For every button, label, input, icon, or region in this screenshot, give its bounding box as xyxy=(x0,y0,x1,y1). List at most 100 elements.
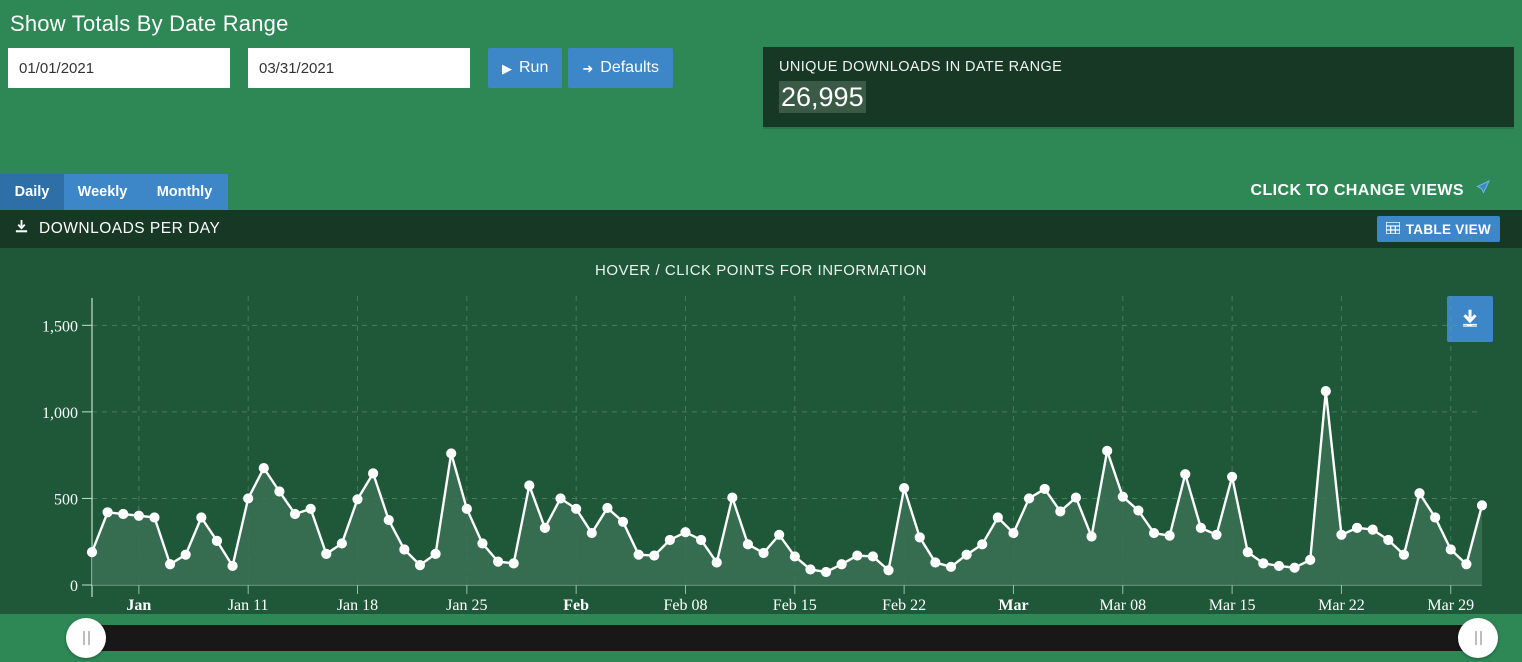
chart-data-point[interactable] xyxy=(1461,559,1472,570)
chart-data-point[interactable] xyxy=(1023,493,1035,504)
chart-data-point[interactable] xyxy=(649,550,660,561)
chart-data-point[interactable] xyxy=(571,503,582,514)
chart-data-point[interactable] xyxy=(352,494,363,505)
chart-data-point[interactable] xyxy=(243,493,254,504)
chart-data-point[interactable] xyxy=(461,503,472,514)
tab-monthly[interactable]: Monthly xyxy=(141,174,228,210)
chart-data-point[interactable] xyxy=(1102,445,1113,456)
chart-data-point[interactable] xyxy=(758,547,769,559)
chart-data-point[interactable] xyxy=(368,468,379,479)
chart-data-point[interactable] xyxy=(1195,522,1206,533)
chart-data-point[interactable] xyxy=(305,503,316,514)
chart-data-point[interactable] xyxy=(399,544,410,555)
chart-data-point[interactable] xyxy=(555,493,566,504)
chart-data-point[interactable] xyxy=(274,486,285,497)
chart-data-point[interactable] xyxy=(1383,534,1394,546)
chart-data-point[interactable] xyxy=(102,507,113,518)
range-slider-right-handle[interactable] xyxy=(1458,618,1498,658)
chart-data-point[interactable] xyxy=(258,463,269,474)
run-button[interactable]: ▶ Run xyxy=(488,48,563,88)
chart-data-point[interactable] xyxy=(289,508,301,520)
range-slider-left-handle[interactable] xyxy=(66,618,106,658)
chart-data-point[interactable] xyxy=(1430,512,1441,523)
chart-data-point[interactable] xyxy=(86,547,98,558)
chart-data-point[interactable] xyxy=(1476,500,1488,511)
tab-daily[interactable]: Daily xyxy=(0,174,64,210)
chart-data-point[interactable] xyxy=(430,548,441,559)
chart-data-point[interactable] xyxy=(180,549,191,560)
chart-data-point[interactable] xyxy=(446,448,457,459)
chart-data-point[interactable] xyxy=(914,532,925,543)
chart-data-point[interactable] xyxy=(1289,562,1300,573)
chart-data-point[interactable] xyxy=(1367,524,1378,535)
chart-data-point[interactable] xyxy=(961,549,972,560)
chart-data-point[interactable] xyxy=(196,512,207,523)
chart-data-point[interactable] xyxy=(539,522,551,533)
chart-data-point[interactable] xyxy=(414,559,426,571)
chart-data-point[interactable] xyxy=(633,549,644,560)
start-date-input[interactable] xyxy=(8,48,230,88)
chart-data-point[interactable] xyxy=(1070,492,1082,503)
chart-data-point[interactable] xyxy=(1273,560,1285,572)
chart-data-point[interactable] xyxy=(852,550,863,561)
chart-data-point[interactable] xyxy=(1258,558,1269,569)
chart-data-point[interactable] xyxy=(336,538,347,549)
chart-data-point[interactable] xyxy=(133,510,144,521)
chart-data-point[interactable] xyxy=(992,512,1003,523)
chart-data-point[interactable] xyxy=(118,508,129,520)
chart-data-point[interactable] xyxy=(930,557,941,568)
chart-data-point[interactable] xyxy=(1164,530,1175,541)
chart-data-point[interactable] xyxy=(586,527,597,539)
downloads-line-chart[interactable]: 0 500 1,000 1,500 Jan Jan 11 Jan 18 Jan 25 Feb Fe… xyxy=(0,248,1522,614)
chart-range-slider[interactable] xyxy=(0,614,1522,662)
chart-data-point[interactable] xyxy=(602,502,613,514)
chart-data-point[interactable] xyxy=(1305,554,1316,565)
chart-data-point[interactable] xyxy=(742,539,754,550)
chart-data-point[interactable] xyxy=(727,492,738,503)
chart-data-point[interactable] xyxy=(477,538,488,549)
chart-data-point[interactable] xyxy=(774,529,785,540)
tab-weekly[interactable]: Weekly xyxy=(64,174,141,210)
chart-data-point[interactable] xyxy=(867,551,878,562)
chart-data-point[interactable] xyxy=(899,482,910,494)
chart-data-point[interactable] xyxy=(1211,529,1222,540)
chart-data-point[interactable] xyxy=(211,535,223,546)
chart-data-point[interactable] xyxy=(508,558,519,569)
chart-data-point[interactable] xyxy=(836,559,847,570)
range-slider-track[interactable] xyxy=(86,625,1478,651)
chart-data-point[interactable] xyxy=(492,556,504,567)
chart-data-point[interactable] xyxy=(1039,483,1050,495)
chart-data-point[interactable] xyxy=(664,534,675,546)
chart-data-point[interactable] xyxy=(1227,471,1238,482)
chart-data-point[interactable] xyxy=(1008,527,1019,539)
chart-data-point[interactable] xyxy=(820,566,832,578)
end-date-input[interactable] xyxy=(248,48,470,88)
chart-data-point[interactable] xyxy=(1148,527,1160,539)
chart-data-point[interactable] xyxy=(321,548,332,559)
chart-data-point[interactable] xyxy=(617,516,629,527)
chart-data-point[interactable] xyxy=(805,564,816,575)
chart-data-point[interactable] xyxy=(1133,505,1144,516)
chart-data-point[interactable] xyxy=(1117,491,1128,502)
chart-data-point[interactable] xyxy=(1445,544,1456,555)
chart-data-point[interactable] xyxy=(1336,529,1347,540)
change-views-link[interactable]: CLICK TO CHANGE VIEWS xyxy=(1251,178,1492,203)
chart-data-point[interactable] xyxy=(1086,531,1097,542)
chart-data-point[interactable] xyxy=(524,480,535,491)
chart-data-point[interactable] xyxy=(945,561,957,572)
chart-data-point[interactable] xyxy=(1055,506,1066,517)
table-view-button[interactable]: TABLE VIEW xyxy=(1376,216,1500,242)
chart-data-point[interactable] xyxy=(1180,469,1191,480)
chart-data-point[interactable] xyxy=(789,551,800,562)
chart-data-point[interactable] xyxy=(383,514,394,526)
chart-data-point[interactable] xyxy=(1398,549,1410,560)
chart-data-point[interactable] xyxy=(164,559,176,570)
defaults-button[interactable]: ➜ Defaults xyxy=(568,48,673,88)
chart-data-point[interactable] xyxy=(1320,386,1331,397)
chart-data-point[interactable] xyxy=(149,512,160,523)
chart-data-point[interactable] xyxy=(227,560,238,572)
chart-data-point[interactable] xyxy=(977,539,988,550)
chart-data-point[interactable] xyxy=(1414,488,1425,499)
chart-data-point[interactable] xyxy=(680,527,691,538)
chart-data-point[interactable] xyxy=(883,565,894,576)
